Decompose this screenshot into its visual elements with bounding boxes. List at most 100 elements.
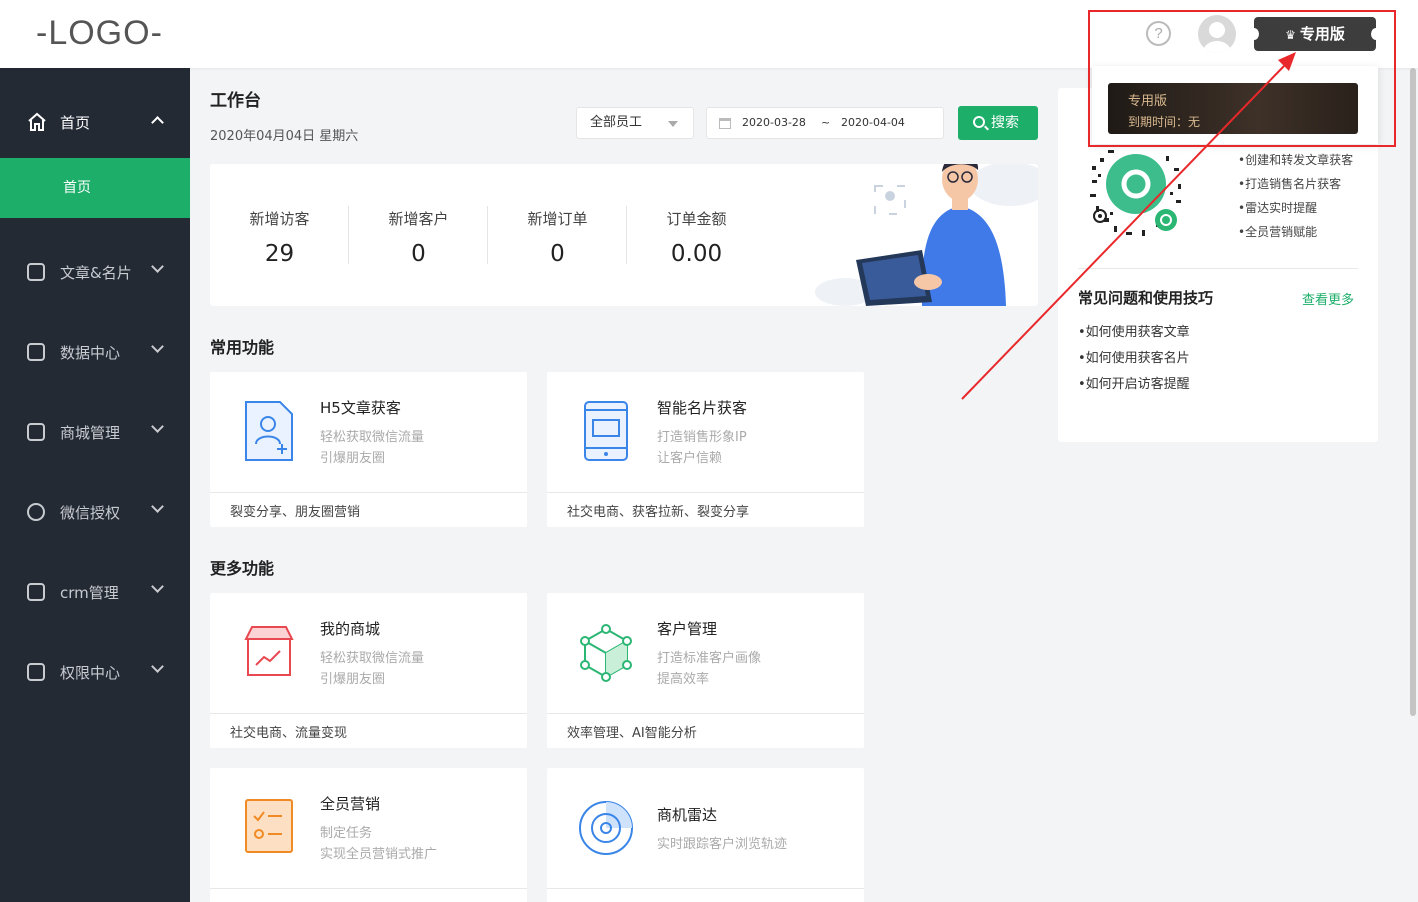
card-desc: 制定任务	[320, 826, 373, 841]
card-desc: 实现全员营销式推广	[320, 847, 438, 862]
card-desc: 引爆朋友圈	[320, 672, 386, 687]
stat-order-amount: 订单金额 0.00	[627, 208, 766, 267]
home-icon	[28, 112, 46, 131]
sidebar-item-label: 权限中心	[60, 664, 121, 682]
card-title: 客户管理	[657, 620, 718, 638]
sidebar-item-label: 首页	[60, 114, 91, 132]
faq-item[interactable]: •如何使用获客名片	[1078, 346, 1190, 372]
help-icon[interactable]: ?	[1146, 21, 1171, 46]
store-trend-icon	[244, 626, 294, 676]
faq-more-link[interactable]: 查看更多	[1302, 289, 1354, 308]
edition-title: 专用版	[1128, 94, 1168, 109]
divider	[547, 492, 864, 493]
sidebar-item-crm[interactable]: crm管理	[0, 568, 190, 618]
date-range-picker[interactable]: 2020-03-28 ~ 2020-04-04	[706, 107, 944, 139]
caret-down-icon	[668, 121, 678, 127]
stat-label: 新增订单	[527, 210, 588, 228]
faq-item[interactable]: •如何开启访客提醒	[1078, 372, 1190, 398]
chevron-up-icon	[151, 116, 164, 129]
card-business-radar[interactable]: 商机雷达 实时跟踪客户浏览轨迹	[547, 768, 864, 902]
edition-badge[interactable]: ♛ 专用版	[1249, 17, 1381, 51]
card-title: 商机雷达	[657, 806, 718, 824]
stat-value: 0	[550, 241, 565, 267]
card-title: 智能名片获客	[657, 399, 748, 417]
stat-label: 订单金额	[666, 210, 727, 228]
card-h5-article[interactable]: H5文章获客 轻松获取微信流量 引爆朋友圈 裂变分享、朋友圈营销	[210, 372, 527, 527]
card-desc: 打造销售形象IP	[657, 430, 747, 445]
lock-icon	[27, 663, 45, 681]
sidebar-item-label: crm管理	[60, 584, 119, 602]
divider	[210, 888, 527, 889]
radar-icon	[579, 801, 633, 855]
edition-expiry: 到期时间：无	[1128, 115, 1201, 129]
stat-value: 0	[411, 241, 426, 267]
feature-list: •创建和转发文章获客 •打造销售名片获客 •雷达实时提醒 •全员营销赋能	[1238, 148, 1353, 244]
sidebar-item-home[interactable]: 首页	[0, 98, 190, 148]
divider	[547, 888, 864, 889]
card-desc: 实时跟踪客户浏览轨迹	[657, 837, 788, 852]
sidebar-item-store[interactable]: 商城管理	[0, 408, 190, 458]
avatar[interactable]	[1198, 15, 1236, 53]
stats-panel: 新增访客 29 新增客户 0 新增订单 0 订单金额 0.00	[210, 164, 1038, 306]
chevron-down-icon	[151, 420, 164, 433]
briefcase-icon	[27, 263, 45, 281]
divider	[210, 492, 527, 493]
common-functions-title: 常用功能	[210, 338, 275, 357]
sidebar-item-wechat[interactable]: 微信授权	[0, 488, 190, 538]
crm-icon	[27, 583, 45, 601]
stat-new-orders: 新增订单 0	[488, 208, 627, 267]
edition-card[interactable]: 专用版 到期时间：无	[1108, 83, 1358, 134]
logo[interactable]: -LOGO-	[36, 14, 163, 53]
list-item: •全员营销赋能	[1238, 225, 1318, 239]
more-functions-title: 更多功能	[210, 559, 275, 578]
faq-list: •如何使用获客文章 •如何使用获客名片 •如何开启访客提醒	[1078, 320, 1190, 398]
list-item: •创建和转发文章获客	[1238, 153, 1354, 167]
sidebar-item-data-center[interactable]: 数据中心	[0, 328, 190, 378]
card-smart-card[interactable]: 智能名片获客 打造销售形象IP 让客户信赖 社交电商、获客拉新、裂变分享	[547, 372, 864, 527]
faq-item[interactable]: •如何使用获客文章	[1078, 320, 1190, 346]
sidebar-item-label: 数据中心	[60, 344, 121, 362]
illustration-man-with-tablet	[815, 164, 1038, 306]
sidebar-item-articles[interactable]: 文章&名片	[0, 248, 190, 298]
card-title: 我的商城	[320, 620, 381, 638]
card-desc: 引爆朋友圈	[320, 451, 386, 466]
store-icon	[27, 423, 45, 441]
staff-select-value: 全部员工	[590, 115, 643, 130]
sidebar-subitem-home[interactable]: 首页	[0, 158, 190, 218]
search-button[interactable]: 搜索	[958, 106, 1038, 140]
date-separator: ~	[821, 116, 831, 129]
date-to[interactable]: 2020-04-04	[841, 108, 905, 138]
stat-label: 新增访客	[249, 210, 310, 228]
list-item: •雷达实时提醒	[1238, 201, 1318, 215]
card-all-staff-marketing[interactable]: 全员营销 制定任务 实现全员营销式推广	[210, 768, 527, 902]
card-desc: 轻松获取微信流量	[320, 651, 425, 666]
card-desc: 提高效率	[657, 672, 710, 687]
phone-card-icon	[584, 401, 628, 461]
card-tags: 裂变分享、朋友圈营销	[230, 505, 361, 520]
date-from[interactable]: 2020-03-28	[742, 108, 806, 138]
card-tags: 效率管理、AI智能分析	[567, 726, 697, 741]
cube-network-icon	[580, 624, 632, 682]
stat-new-visitors: 新增访客 29	[210, 208, 349, 267]
mini-program-code-icon[interactable]	[1086, 136, 1186, 246]
chevron-down-icon	[151, 260, 164, 273]
card-desc: 轻松获取微信流量	[320, 430, 425, 445]
scrollbar[interactable]	[1410, 68, 1416, 716]
chevron-down-icon	[151, 340, 164, 353]
sidebar: 首页 首页 文章&名片 数据中心 商城管理 微信授权 crm管理 权限中心	[0, 68, 190, 902]
card-my-store[interactable]: 我的商城 轻松获取微信流量 引爆朋友圈 社交电商、流量变现	[210, 593, 527, 748]
staff-select[interactable]: 全部员工	[576, 107, 694, 139]
sidebar-item-label: 商城管理	[60, 424, 121, 442]
wechat-icon	[27, 503, 45, 521]
card-customer-management[interactable]: 客户管理 打造标准客户画像 提高效率 效率管理、AI智能分析	[547, 593, 864, 748]
edition-popup: 专用版 到期时间：无	[1092, 66, 1378, 144]
card-title: H5文章获客	[320, 399, 401, 417]
card-desc: 打造标准客户画像	[657, 651, 762, 666]
crown-icon: ♛	[1285, 28, 1296, 42]
divider	[1078, 268, 1358, 269]
checklist-icon	[245, 799, 293, 853]
divider	[210, 713, 527, 714]
card-desc: 让客户信赖	[657, 451, 723, 466]
search-icon	[973, 116, 985, 128]
sidebar-item-permissions[interactable]: 权限中心	[0, 648, 190, 698]
